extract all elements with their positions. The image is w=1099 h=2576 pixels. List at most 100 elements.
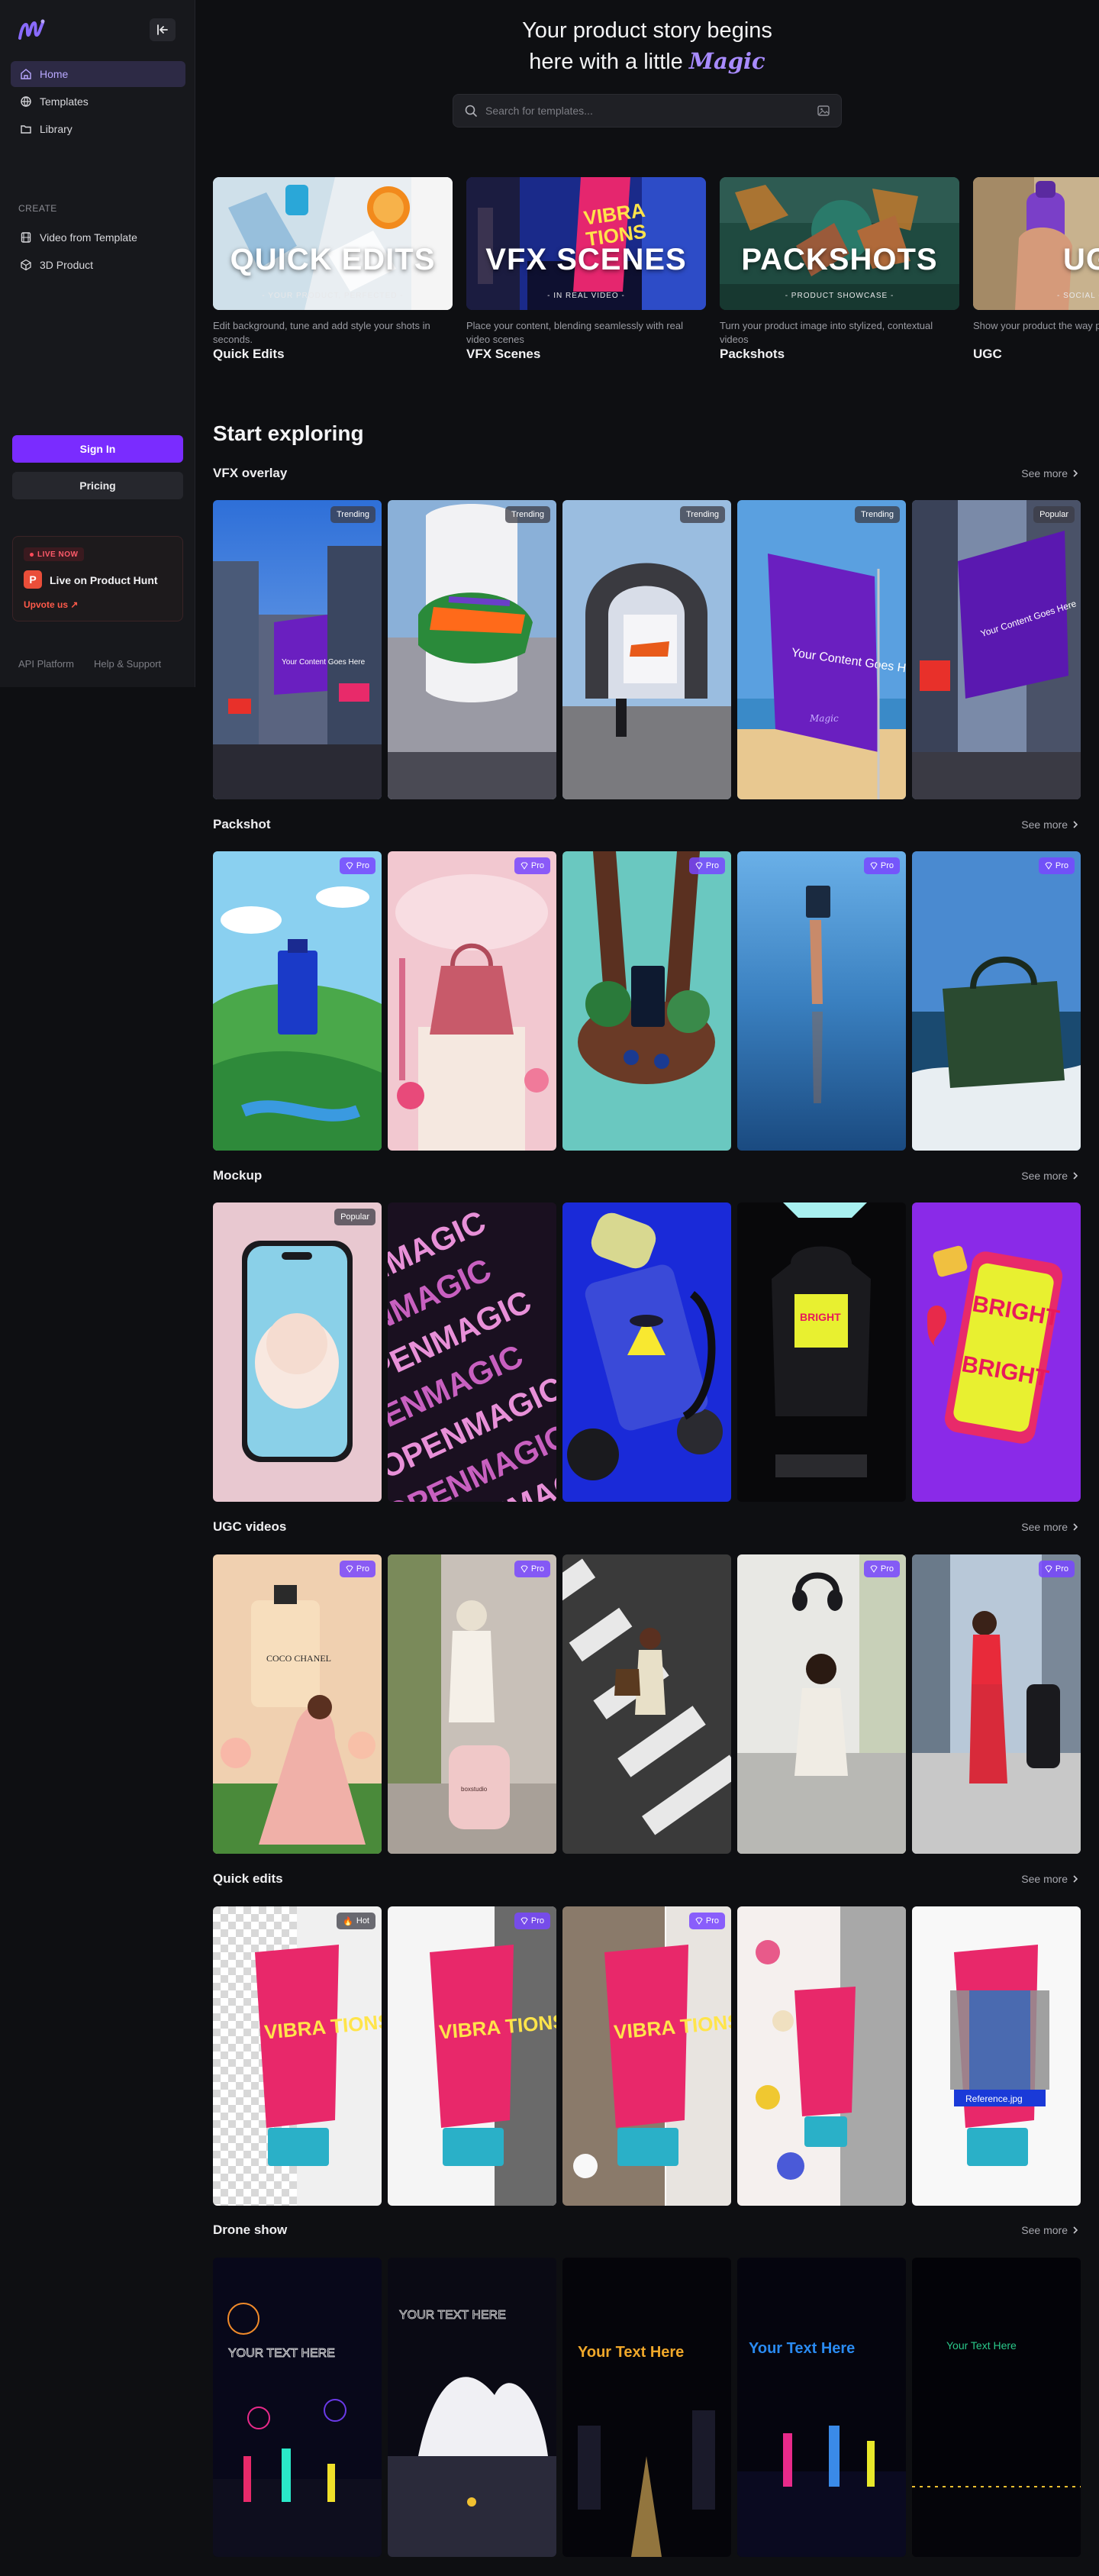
tile-image: BRIGHT BRIGHT	[912, 1202, 1081, 1502]
see-more-link[interactable]: See more	[1021, 1170, 1078, 1182]
template-tile[interactable]: Trending	[562, 500, 731, 799]
tile-text: Your Content Goes Here	[282, 658, 366, 667]
nav-item-home[interactable]: Home	[11, 61, 185, 87]
row-title: Quick edits	[213, 1871, 283, 1886]
hero-line-2: here with a little Magic	[195, 46, 1099, 77]
image-search-icon[interactable]	[817, 104, 830, 118]
template-tile[interactable]: YOUR TEXT HERE	[213, 2258, 382, 2557]
template-tile[interactable]: COCO CHANEL Pro	[213, 1554, 382, 1854]
feature-name: Packshots	[720, 347, 785, 361]
badge-label: Pro	[530, 1916, 544, 1926]
see-more-link[interactable]: See more	[1021, 2224, 1078, 2236]
sign-in-button[interactable]: Sign In	[12, 435, 183, 463]
template-tile[interactable]: Trending	[388, 500, 556, 799]
template-tile[interactable]: Your Text Here	[737, 2258, 906, 2557]
template-tile[interactable]: Popular	[213, 1202, 382, 1502]
search-bar[interactable]	[453, 94, 842, 128]
badge-label: Pro	[356, 1564, 369, 1574]
template-tile[interactable]: Pro	[388, 851, 556, 1151]
create-section-label: CREATE	[18, 203, 57, 214]
template-tile[interactable]: Pro	[737, 851, 906, 1151]
reference-label: Reference.jpg	[965, 2093, 1023, 2104]
diamond-icon	[346, 1565, 353, 1573]
chevron-right-icon	[1073, 1523, 1078, 1531]
badge-label: Pro	[1055, 1564, 1068, 1574]
template-tile[interactable]: Your Content Goes Here Magic Trending	[737, 500, 906, 799]
search-input[interactable]	[485, 105, 809, 117]
tile-text: BRIGHT	[800, 1311, 841, 1323]
help-support-link[interactable]: Help & Support	[94, 658, 161, 670]
template-tile[interactable]	[562, 1554, 731, 1854]
template-tile[interactable]: Pro	[737, 1554, 906, 1854]
pro-badge: Pro	[339, 1561, 375, 1577]
product-hunt-card[interactable]: LIVE NOW P Live on Product Hunt Upvote u…	[12, 536, 183, 621]
feature-subtitle: - PRODUCT SHOWCASE -	[785, 292, 894, 300]
template-tile[interactable]: Your Text Here	[562, 2258, 731, 2557]
row-title: Drone show	[213, 2223, 288, 2237]
template-tile[interactable]: Pro	[213, 851, 382, 1151]
nav-item-templates[interactable]: Templates	[11, 89, 185, 115]
feature-subtitle: - IN REAL VIDEO -	[547, 292, 625, 300]
feature-card-packshots[interactable]: PACKSHOTS - PRODUCT SHOWCASE - Turn your…	[720, 177, 959, 362]
search-icon	[465, 105, 477, 117]
api-platform-link[interactable]: API Platform	[18, 658, 74, 670]
badge-label: Pro	[880, 861, 894, 870]
tile-image: Your Text Here	[737, 2258, 906, 2557]
chevron-right-icon	[1073, 1875, 1078, 1883]
template-tile[interactable]	[562, 1202, 731, 1502]
badge-label: Pro	[880, 1564, 894, 1574]
see-more-link[interactable]: See more	[1021, 1521, 1078, 1533]
template-tile[interactable]: VIBRA TIONS Pro	[388, 1906, 556, 2206]
feature-big-title: UGC	[1063, 243, 1099, 276]
pro-badge: Pro	[863, 1561, 900, 1577]
template-tile[interactable]: Your Content Goes Here Popular	[912, 500, 1081, 799]
template-tile[interactable]: VIBRA TIONS 🔥 Hot	[213, 1906, 382, 2206]
feature-card-quick-edits[interactable]: QUICK EDITS - YOUR PRODUCT, PERFECTED - …	[213, 177, 453, 362]
row-header-packshot: Packshot See more	[213, 817, 1078, 835]
magic-logo-icon[interactable]	[17, 17, 47, 43]
home-icon	[21, 69, 31, 79]
nav-item-library[interactable]: Library	[11, 116, 185, 142]
tile-image: Your Content Goes Here	[912, 500, 1081, 799]
collapse-sidebar-button[interactable]	[150, 18, 176, 41]
template-tile[interactable]: Your Text Here	[912, 2258, 1081, 2557]
row-title: Mockup	[213, 1168, 263, 1183]
template-tile[interactable]: boxstudio Pro	[388, 1554, 556, 1854]
tile-image: COCO CHANEL	[213, 1554, 382, 1854]
template-tile[interactable]: YOUR TEXT HERE	[388, 2258, 556, 2557]
template-tile[interactable]: Your Content Goes Here Trending	[213, 500, 382, 799]
hero-line-1: Your product story begins	[522, 18, 772, 43]
template-tile[interactable]: BRIGHT BRIGHT	[912, 1202, 1081, 1502]
row-title: VFX overlay	[213, 466, 288, 480]
see-more-link[interactable]: See more	[1021, 467, 1078, 479]
template-tile[interactable]: OPENMAGIC OPENMAGIC OPENMAGIC OPENMAGIC …	[388, 1202, 556, 1502]
feature-big-title: PACKSHOTS	[741, 243, 938, 276]
chevron-right-icon	[1073, 1172, 1078, 1180]
chevron-right-icon	[1073, 821, 1078, 828]
see-more-label: See more	[1021, 467, 1068, 479]
nav-item-3d-product[interactable]: 3D Product	[11, 252, 185, 278]
template-tile[interactable]	[737, 1906, 906, 2206]
template-tile[interactable]: VIBRA TIONS Pro	[562, 1906, 731, 2206]
feature-card-vfx-scenes[interactable]: VIBRA TIONS VFX SCENES - IN REAL VIDEO -…	[466, 177, 706, 362]
feature-subtitle: - SOCIAL -	[1057, 292, 1099, 300]
feature-name: UGC	[973, 347, 1002, 361]
template-tile[interactable]: Pro	[912, 1554, 1081, 1854]
nav-item-video-from-template[interactable]: Video from Template	[11, 224, 185, 250]
template-tile[interactable]: Pro	[562, 851, 731, 1151]
template-tile[interactable]: Reference.jpg	[912, 1906, 1081, 2206]
template-tile[interactable]: BRIGHT	[737, 1202, 906, 1502]
feature-thumbnail: QUICK EDITS - YOUR PRODUCT, PERFECTED -	[213, 177, 453, 310]
see-more-link[interactable]: See more	[1021, 1873, 1078, 1885]
see-more-link[interactable]: See more	[1021, 818, 1078, 831]
pro-badge: Pro	[1038, 1561, 1075, 1577]
diamond-icon	[870, 862, 878, 870]
badge-label: Pro	[356, 861, 369, 870]
feature-card-ugc[interactable]: UGC - SOCIAL - Show your product the way…	[973, 177, 1099, 362]
feature-description: Show your product the way people share c…	[973, 320, 1099, 331]
chevron-right-icon	[1073, 2226, 1078, 2234]
template-tile[interactable]: Pro	[912, 851, 1081, 1151]
upvote-link[interactable]: Upvote us ↗	[24, 599, 78, 610]
nav-item-label: Video from Template	[40, 231, 137, 244]
pricing-button[interactable]: Pricing	[12, 472, 183, 499]
